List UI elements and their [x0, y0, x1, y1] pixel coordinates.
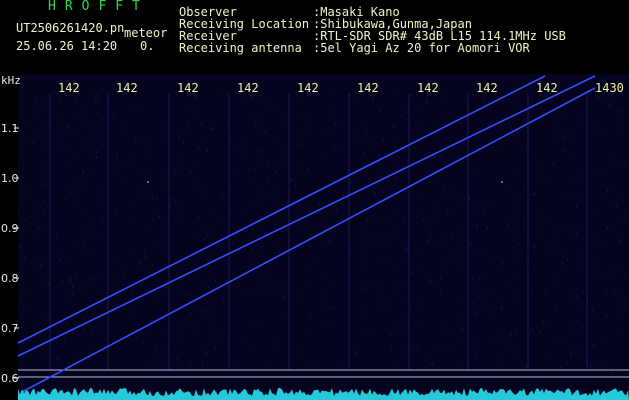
time-label: 1430 — [595, 81, 624, 95]
time-label: 142 — [237, 81, 259, 95]
time-label: 142 — [116, 81, 138, 95]
time-label: 142 — [177, 81, 199, 95]
time-label: 142 — [357, 81, 379, 95]
time-label: 142 — [58, 81, 80, 95]
plot-background — [18, 74, 629, 400]
time-label: 142 — [476, 81, 498, 95]
time-label: 142 — [417, 81, 439, 95]
spectrogram-plot: 142 142 142 142 142 142 142 142 142 14301.11.00.9… — [1, 74, 629, 400]
time-label: 142 — [536, 81, 558, 95]
ping-dot — [147, 181, 149, 183]
ping-dot — [501, 181, 503, 183]
time-label: 142 — [297, 81, 319, 95]
y-axis-unit: kHz — [1, 74, 21, 87]
